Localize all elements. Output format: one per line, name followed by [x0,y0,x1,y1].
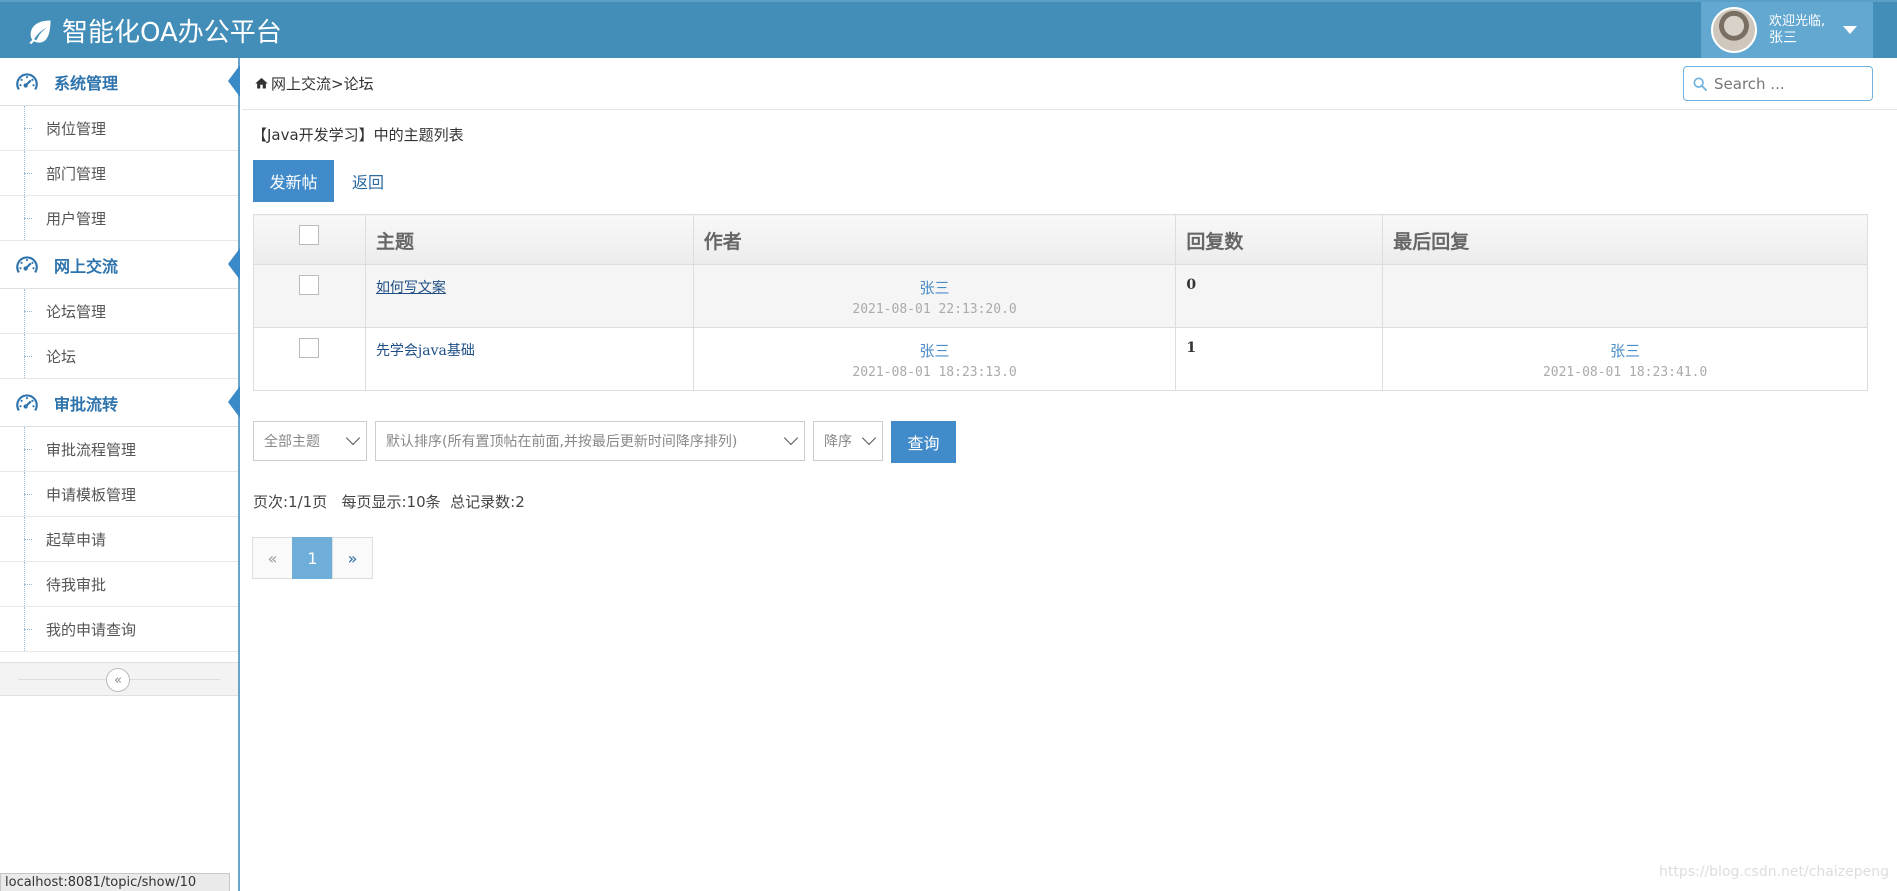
sidebar-item-process-admin[interactable]: 审批流程管理 [0,427,238,472]
sidebar-item-pending[interactable]: 待我审批 [0,562,238,607]
table-row: 先学会java基础 张三 2021-08-01 18:23:13.0 1 张三 … [253,327,1868,391]
chevron-down-icon [345,430,361,446]
post-time: 2021-08-01 18:23:13.0 [852,365,1017,380]
scope-select-value: 全部主题 [264,434,320,450]
active-arrow-icon [228,248,240,280]
row-checkbox[interactable] [299,275,320,295]
top-navbar: 智能化OA办公平台 欢迎光临, 张三 [0,0,1897,58]
breadcrumb-path[interactable]: 网上交流>论坛 [271,73,374,94]
column-header-replies: 回复数 [1175,214,1384,265]
prev-page-icon[interactable]: « [252,537,293,579]
dashboard-icon [16,393,38,411]
new-post-button[interactable]: 发新帖 [253,160,334,202]
replies-cell: 1 [1175,327,1384,391]
query-button[interactable]: 查询 [891,421,956,463]
table-row: 如何写文案 张三 2021-08-01 22:13:20.0 0 [253,264,1868,328]
back-button[interactable]: 返回 [352,160,384,202]
topic-link[interactable]: 先学会java基础 [376,343,475,359]
collapse-icon[interactable]: « [106,668,130,692]
sidebar-item-template-admin[interactable]: 申请模板管理 [0,472,238,517]
column-header-last-reply: 最后回复 [1382,214,1868,265]
sidebar-group-forum[interactable]: 网上交流 [0,241,240,289]
author-cell: 张三 2021-08-01 18:23:13.0 [692,327,1177,391]
sidebar-collapse-bar: « [0,662,238,696]
sidebar-group-system[interactable]: 系统管理 [0,58,240,106]
select-all-checkbox[interactable] [299,225,320,245]
post-time: 2021-08-01 22:13:20.0 [852,302,1017,317]
last-reply-time: 2021-08-01 18:23:41.0 [1542,365,1708,380]
chevron-down-icon [783,430,799,446]
topic-link[interactable]: 如何写文案 [376,280,446,296]
last-reply-cell [1382,264,1868,328]
author-cell: 张三 2021-08-01 22:13:20.0 [692,264,1177,328]
sidebar-item-my-requests[interactable]: 我的申请查询 [0,607,238,652]
watermark: https://blog.csdn.net/chaizepeng [1658,864,1889,880]
pagination: « 1 » [252,537,373,579]
sidebar-item-draft[interactable]: 起草申请 [0,517,238,562]
sidebar-item-departments[interactable]: 部门管理 [0,151,238,196]
brand[interactable]: 智能化OA办公平台 [26,12,282,49]
search-box[interactable] [1683,66,1873,101]
sidebar-group-label: 系统管理 [54,73,119,93]
sidebar-group-approval[interactable]: 审批流转 [0,379,240,427]
filter-row: 全部主题 默认排序(所有置顶帖在前面,并按最后更新时间降序排列) 降序 查询 [253,421,956,463]
page-title: 【Java开发学习】中的主题列表 [252,126,464,144]
breadcrumb: 网上交流>论坛 [242,58,1897,110]
replies-cell: 0 [1175,264,1384,328]
sidebar-item-posts[interactable]: 岗位管理 [0,106,238,151]
avatar [1711,7,1757,53]
reply-count: 0 [1186,277,1197,293]
topic-cell: 先学会java基础 [364,327,694,391]
username: 张三 [1769,30,1797,46]
topic-cell: 如何写文案 [364,264,694,328]
scope-select[interactable]: 全部主题 [253,421,367,461]
reply-count: 1 [1186,340,1197,356]
dashboard-icon [16,255,38,273]
topics-table: 主题 作者 回复数 最后回复 如何写文案 张三 2021-08-01 22:13… [253,214,1868,391]
order-select-value: 默认排序(所有置顶帖在前面,并按最后更新时间降序排列) [386,434,738,450]
home-icon[interactable] [254,76,269,91]
user-menu[interactable]: 欢迎光临, 张三 [1701,2,1873,58]
sidebar-group-label: 审批流转 [54,394,119,414]
select-all-cell [253,214,366,265]
active-arrow-icon [228,65,240,97]
row-checkbox-cell [253,264,366,328]
sidebar-item-users[interactable]: 用户管理 [0,196,238,241]
browser-status-url: localhost:8081/topic/show/10 [0,873,230,891]
dashboard-icon [16,72,38,90]
sidebar: 系统管理 岗位管理 部门管理 用户管理 网上交流 论坛管理 论坛 审批流转 审批… [0,58,240,891]
search-icon [1693,77,1707,91]
active-arrow-icon [228,386,240,418]
author-link[interactable]: 张三 [704,277,1166,298]
author-link[interactable]: 张三 [704,340,1166,361]
leaf-icon [29,20,51,44]
search-input[interactable] [1714,74,1864,93]
caret-down-icon[interactable] [1843,26,1857,34]
welcome-text: 欢迎光临, [1769,14,1826,29]
direction-select-value: 降序 [824,434,852,450]
page-current[interactable]: 1 [292,537,333,579]
row-checkbox-cell [253,327,366,391]
next-page-icon[interactable]: » [332,537,373,579]
page-info: 页次:1/1页 每页显示:10条 总记录数:2 [253,493,525,511]
sidebar-group-label: 网上交流 [54,256,119,276]
chevron-down-icon [861,430,877,446]
column-header-topic: 主题 [364,214,694,265]
column-header-author: 作者 [692,214,1177,265]
sidebar-item-forum-admin[interactable]: 论坛管理 [0,289,238,334]
table-header-row: 主题 作者 回复数 最后回复 [253,214,1868,265]
sidebar-item-forum[interactable]: 论坛 [0,334,238,379]
direction-select[interactable]: 降序 [813,421,883,461]
app-title: 智能化OA办公平台 [62,18,282,48]
row-checkbox[interactable] [299,338,320,358]
last-reply-cell: 张三 2021-08-01 18:23:41.0 [1382,327,1868,391]
last-reply-user[interactable]: 张三 [1393,340,1857,361]
order-select[interactable]: 默认排序(所有置顶帖在前面,并按最后更新时间降序排列) [375,421,805,461]
